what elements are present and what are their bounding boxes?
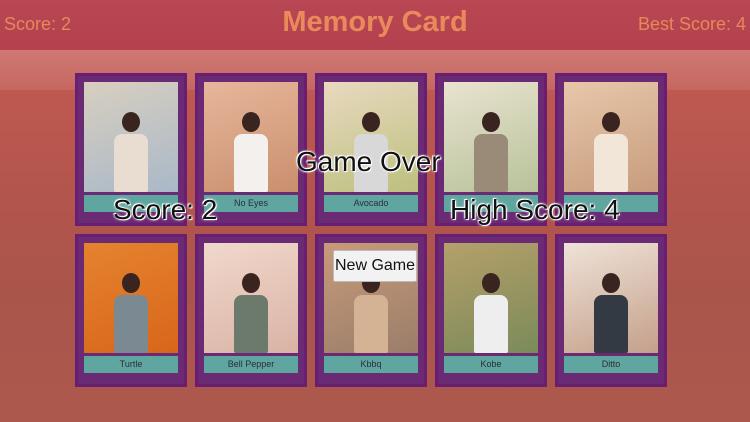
card-label: Bell Pepper [204, 356, 298, 373]
person-head [242, 273, 260, 293]
card-label: Kbbq [324, 356, 418, 373]
person-head [122, 273, 140, 293]
high-score-text: High Score: 4 [450, 194, 620, 225]
card-photo [204, 243, 298, 353]
card-photo [84, 243, 178, 353]
person-body [474, 295, 508, 353]
card-label: Avocado [324, 195, 418, 212]
card-label: No Eyes [204, 195, 298, 212]
memory-card[interactable]: Kobe [435, 234, 547, 387]
person-body [114, 295, 148, 353]
person-head [602, 112, 620, 132]
card-photo [84, 82, 178, 192]
card-label: Ditto [564, 356, 658, 373]
memory-card[interactable]: Bell Pepper [195, 234, 307, 387]
person-body [474, 134, 508, 192]
best-score: Best Score: 4 [637, 14, 746, 34]
new-game-button[interactable]: New Game [333, 250, 417, 282]
person-head [122, 112, 140, 132]
memory-card[interactable]: Turtle [75, 234, 187, 387]
card-label: Kobe [444, 356, 538, 373]
person-head [602, 273, 620, 293]
card-photo [444, 82, 538, 192]
person-head [362, 112, 380, 132]
person-body [594, 134, 628, 192]
person-body [234, 134, 268, 192]
card-photo [564, 82, 658, 192]
person-head [482, 112, 500, 132]
person-body [234, 295, 268, 353]
person-body [354, 295, 388, 353]
final-score-text: Score: 2 [113, 194, 218, 225]
person-body [594, 295, 628, 353]
memory-card[interactable]: Ditto [555, 234, 667, 387]
person-head [242, 112, 260, 132]
person-body [114, 134, 148, 192]
card-photo [444, 243, 538, 353]
card-photo [204, 82, 298, 192]
game-over-text: Game Over [296, 146, 441, 177]
card-label: Turtle [84, 356, 178, 373]
person-head [482, 273, 500, 293]
card-photo [564, 243, 658, 353]
header-bar: Score: 2 Memory Card Best Score: 4 [0, 0, 750, 50]
